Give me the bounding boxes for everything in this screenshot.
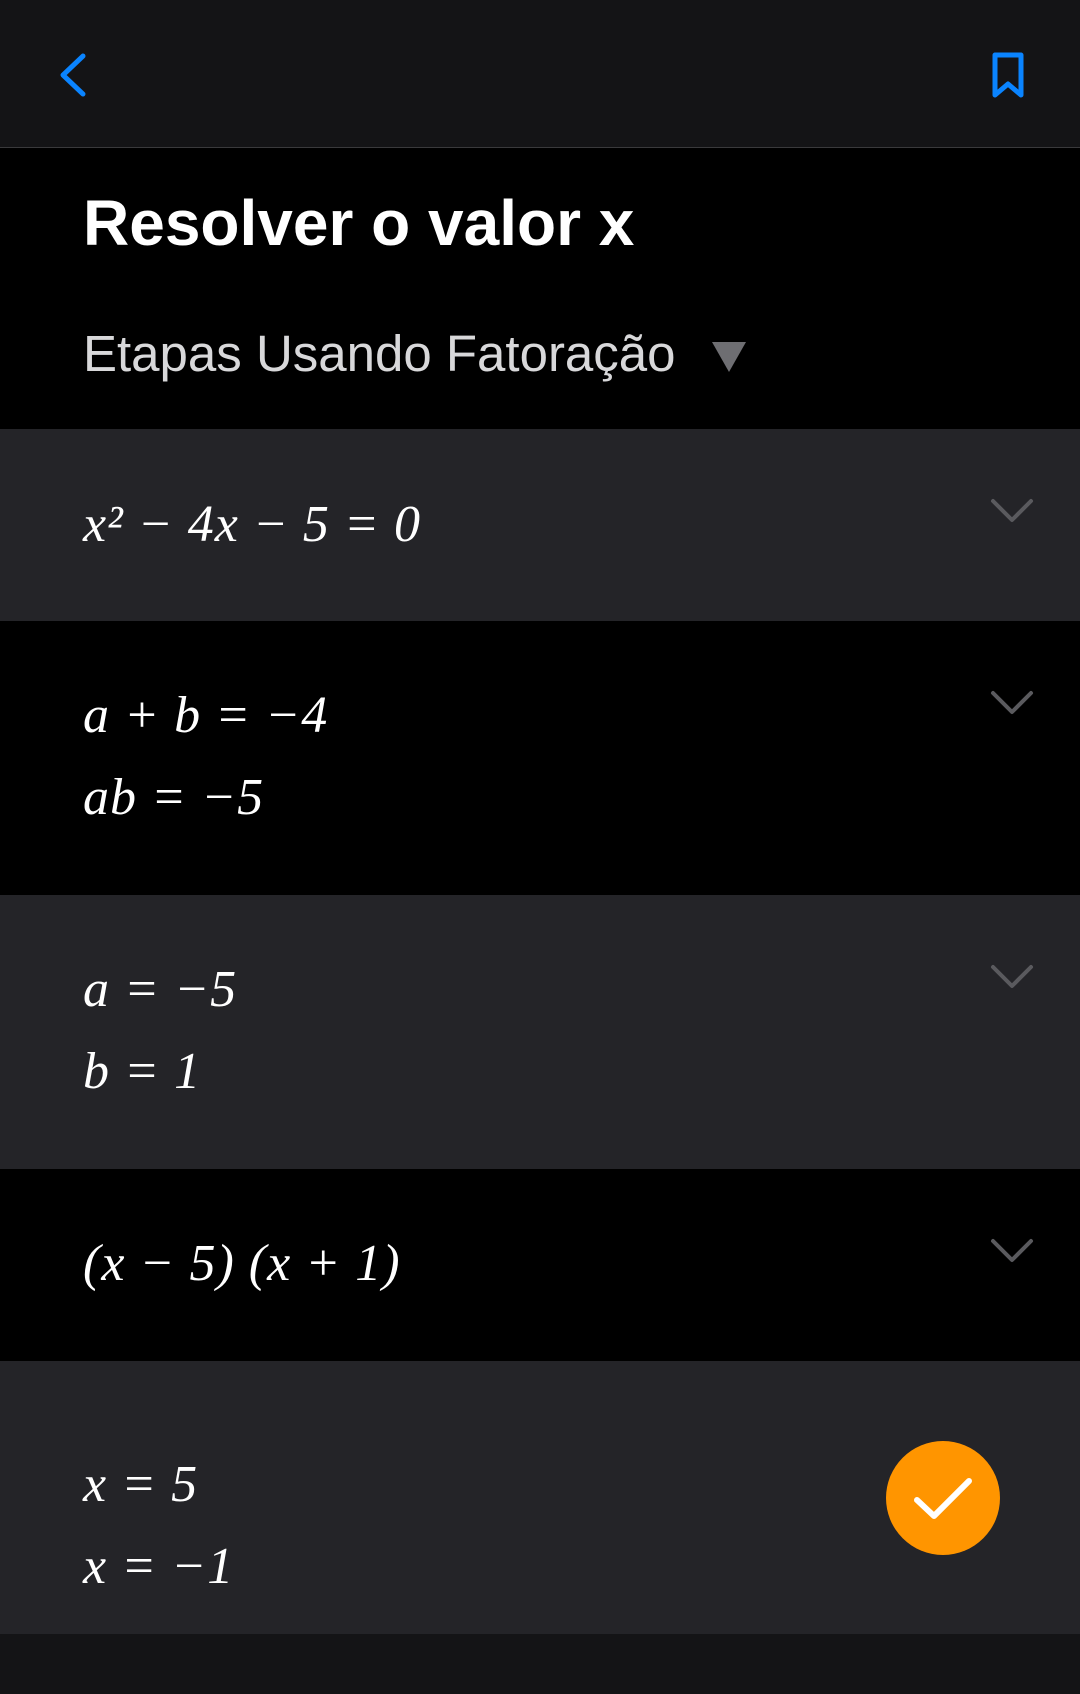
- bookmark-icon: [992, 52, 1024, 98]
- step-expression: (x − 5) (x + 1): [83, 1235, 401, 1292]
- solution-step-1[interactable]: x² − 4x − 5 = 0: [0, 429, 1080, 621]
- solution-step-4[interactable]: (x − 5) (x + 1): [0, 1169, 1080, 1361]
- method-dropdown[interactable]: Etapas Usando Fatoração: [83, 319, 746, 389]
- page-title: Resolver o valor x: [83, 187, 635, 259]
- bookmark-button[interactable]: [976, 40, 1040, 110]
- step-expression: a + b = −4: [83, 687, 329, 744]
- back-button[interactable]: [40, 40, 104, 110]
- check-answer-button[interactable]: [886, 1441, 1000, 1555]
- top-navigation-bar: [0, 0, 1080, 148]
- method-label: Etapas Usando Fatoração: [83, 325, 676, 382]
- bottom-bar: [0, 1634, 1080, 1694]
- answer-expression: x = 5: [83, 1456, 199, 1513]
- chevron-down-icon[interactable]: [988, 496, 1036, 526]
- step-expression: a = −5: [83, 961, 238, 1018]
- checkmark-icon: [914, 1478, 972, 1519]
- caret-down-icon: [711, 342, 746, 372]
- step-expression: x² − 4x − 5 = 0: [83, 496, 422, 553]
- solution-step-3[interactable]: a = −5 b = 1: [0, 895, 1080, 1169]
- answer-expression: x = −1: [83, 1538, 235, 1595]
- chevron-left-icon: [60, 53, 86, 97]
- solution-step-2[interactable]: a + b = −4 ab = −5: [0, 621, 1080, 895]
- solution-header: Resolver o valor x Etapas Usando Fatoraç…: [0, 149, 1080, 429]
- chevron-down-icon[interactable]: [988, 688, 1036, 718]
- chevron-down-icon[interactable]: [988, 962, 1036, 992]
- step-expression: b = 1: [83, 1043, 202, 1100]
- step-expression: ab = −5: [83, 769, 265, 826]
- chevron-down-icon[interactable]: [988, 1236, 1036, 1266]
